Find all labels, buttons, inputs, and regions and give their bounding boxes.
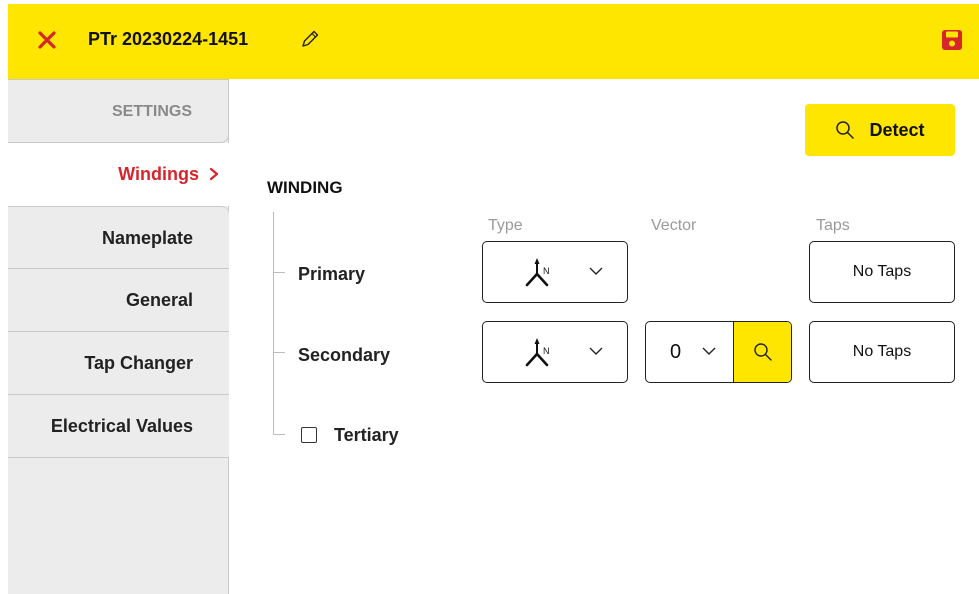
svg-text:N: N bbox=[543, 346, 550, 356]
tertiary-label: Tertiary bbox=[334, 425, 399, 445]
chevron-down-icon bbox=[589, 267, 603, 275]
sidebar-item-general[interactable]: General bbox=[8, 269, 229, 332]
column-header-taps: Taps bbox=[816, 217, 850, 234]
column-header-vector: Vector bbox=[651, 217, 697, 234]
sidebar-item-nameplate[interactable]: Nameplate bbox=[8, 206, 229, 269]
sidebar-item-label: Nameplate bbox=[101, 228, 193, 248]
sidebar-item-label: General bbox=[125, 290, 193, 310]
secondary-vector-select: 0 bbox=[645, 321, 792, 383]
tree-tick bbox=[273, 272, 285, 273]
svg-text:N: N bbox=[543, 266, 550, 276]
section-title: WINDING bbox=[267, 178, 343, 197]
sidebar-item-label: Windings bbox=[118, 164, 199, 184]
chevron-down-icon bbox=[589, 347, 603, 355]
app-window: PTr 20230224-1451 SETTINGS Windings Name… bbox=[8, 4, 979, 594]
sidebar-item-label: Tap Changer bbox=[84, 353, 193, 373]
primary-label: Primary bbox=[298, 264, 366, 284]
sidebar-item-settings[interactable]: SETTINGS bbox=[8, 79, 229, 143]
wye-neutral-icon: N bbox=[525, 258, 550, 287]
search-icon bbox=[754, 343, 772, 361]
header-bar: PTr 20230224-1451 bbox=[8, 4, 979, 79]
pencil-icon[interactable] bbox=[299, 28, 321, 50]
search-icon bbox=[836, 121, 855, 139]
main-content: Detect WINDING Type Vector Taps Primary … bbox=[230, 79, 979, 594]
sidebar-item-label: SETTINGS bbox=[111, 103, 192, 120]
tree-connector bbox=[273, 212, 274, 434]
sidebar-item-tap-changer[interactable]: Tap Changer bbox=[8, 332, 229, 395]
vector-value[interactable]: 0 bbox=[670, 341, 681, 364]
secondary-type-select[interactable]: N bbox=[482, 321, 628, 383]
detect-button[interactable]: Detect bbox=[805, 104, 955, 156]
sidebar-item-label: Electrical Values bbox=[50, 416, 193, 436]
taps-value: No Taps bbox=[852, 263, 912, 280]
sidebar: SETTINGS Windings Nameplate General Tap … bbox=[8, 79, 229, 594]
save-icon[interactable] bbox=[940, 28, 964, 52]
sidebar-item-electrical-values[interactable]: Electrical Values bbox=[8, 395, 229, 458]
tree-tick bbox=[273, 352, 285, 353]
page-title: PTr 20230224-1451 bbox=[88, 29, 249, 49]
vector-search-button[interactable] bbox=[733, 322, 791, 382]
taps-value: No Taps bbox=[852, 343, 912, 360]
secondary-label: Secondary bbox=[298, 345, 391, 365]
tertiary-checkbox[interactable] bbox=[301, 427, 317, 443]
wye-neutral-icon: N bbox=[525, 338, 550, 367]
tree-tick bbox=[273, 434, 285, 435]
chevron-right-icon bbox=[209, 143, 219, 206]
close-icon[interactable] bbox=[33, 26, 61, 54]
sidebar-item-windings[interactable]: Windings bbox=[8, 143, 229, 206]
secondary-taps-field[interactable]: No Taps bbox=[809, 321, 955, 383]
detect-label: Detect bbox=[869, 119, 925, 140]
chevron-down-icon[interactable] bbox=[702, 346, 716, 356]
primary-type-select[interactable]: N bbox=[482, 241, 628, 303]
primary-taps-field[interactable]: No Taps bbox=[809, 241, 955, 303]
column-header-type: Type bbox=[488, 217, 523, 234]
